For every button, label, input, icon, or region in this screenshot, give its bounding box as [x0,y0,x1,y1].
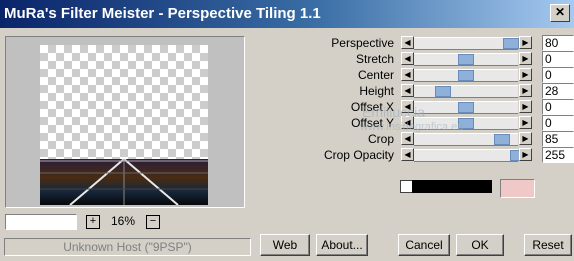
param-slider[interactable] [414,53,518,66]
param-slider[interactable] [414,149,526,162]
slider-thumb[interactable] [494,134,511,145]
param-label: Perspective [331,36,394,50]
param-label: Offset X [350,100,394,114]
param-value-field[interactable]: 80 [542,35,574,51]
slider-thumb[interactable] [502,38,519,49]
increase-arrow-icon[interactable]: ▶ [519,116,532,129]
increase-arrow-icon[interactable]: ▶ [519,52,532,65]
decrease-arrow-icon[interactable]: ◀ [401,36,414,49]
increase-arrow-icon[interactable]: ▶ [519,100,532,113]
decrease-arrow-icon[interactable]: ◀ [401,84,414,97]
param-value-field[interactable]: 85 [542,131,574,147]
param-slider[interactable] [414,101,518,114]
perspective-floor [40,159,208,205]
increase-arrow-icon[interactable]: ▶ [519,132,532,145]
param-row: Offset X ◀ ▶ 0 [300,99,574,115]
increase-arrow-icon[interactable]: ▶ [519,84,532,97]
slider-thumb[interactable] [458,102,474,113]
slider-thumb[interactable] [435,86,452,97]
decrease-arrow-icon[interactable]: ◀ [401,100,414,113]
cancel-button[interactable]: Cancel [398,234,450,256]
preview-image[interactable] [40,45,208,205]
background-color-bar [412,180,492,193]
decrease-arrow-icon[interactable]: ◀ [401,68,414,81]
param-label: Offset Y [351,116,394,130]
increase-arrow-icon[interactable]: ▶ [519,68,532,81]
zoom-out-button[interactable]: − [146,215,160,229]
param-row: Center ◀ ▶ 0 [300,67,574,83]
param-label: Center [357,68,394,82]
param-label: Stretch [355,52,394,66]
preview-panel [5,36,245,208]
color-swatch[interactable] [500,179,535,198]
param-row: Crop Opacity ◀ ▶ 255 [300,147,574,163]
param-row: Offset Y ◀ ▶ 0 [300,115,574,131]
param-slider[interactable] [414,85,518,98]
param-row: Crop ◀ ▶ 85 [300,131,574,147]
decrease-arrow-icon[interactable]: ◀ [401,148,414,161]
reset-button[interactable]: Reset [524,234,572,256]
window-title: MuRa's Filter Meister - Perspective Tili… [4,5,321,22]
param-label: Crop Opacity [323,148,394,162]
status-bar: Unknown Host ("9PSP") [4,238,251,256]
decrease-arrow-icon[interactable]: ◀ [401,132,414,145]
increase-arrow-icon[interactable]: ▶ [519,36,532,49]
param-label: Height [359,84,394,98]
zoom-track[interactable] [5,214,77,230]
slider-thumb[interactable] [458,54,474,65]
slider-thumb[interactable] [458,118,474,129]
param-label: Crop [367,132,394,146]
param-value-field[interactable]: 0 [542,67,574,83]
param-slider[interactable] [414,69,518,82]
increase-arrow-icon[interactable]: ▶ [519,148,532,161]
ok-button[interactable]: OK [456,234,504,256]
param-value-field[interactable]: 28 [542,83,574,99]
title-bar: MuRa's Filter Meister - Perspective Tili… [0,0,574,28]
param-value-field[interactable]: 255 [542,147,574,163]
param-slider[interactable] [414,133,518,146]
param-value-field[interactable]: 0 [542,115,574,131]
param-slider[interactable] [414,37,519,50]
close-button[interactable]: ✕ [550,4,570,22]
param-row: Height ◀ ▶ 28 [300,83,574,99]
decrease-arrow-icon[interactable]: ◀ [401,52,414,65]
zoom-in-button[interactable]: + [86,215,100,229]
zoom-level: 16% [110,214,136,228]
about-button[interactable]: About... [316,234,368,256]
slider-thumb[interactable] [458,70,474,81]
param-value-field[interactable]: 0 [542,99,574,115]
param-row: Perspective ◀ ▶ 80 [300,35,574,51]
param-value-field[interactable]: 0 [542,51,574,67]
web-button[interactable]: Web [260,234,310,256]
param-row: Stretch ◀ ▶ 0 [300,51,574,67]
param-slider[interactable] [414,117,518,130]
decrease-arrow-icon[interactable]: ◀ [401,116,414,129]
